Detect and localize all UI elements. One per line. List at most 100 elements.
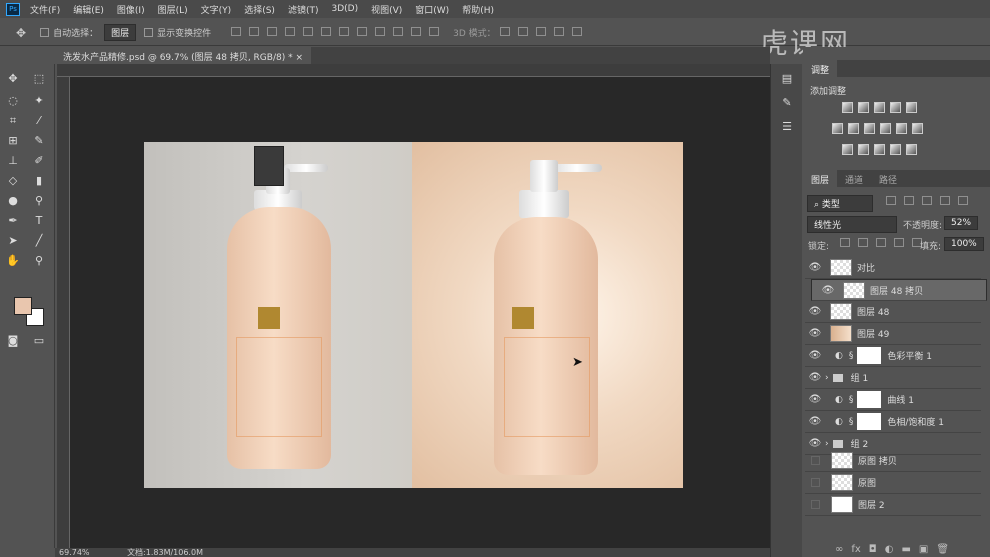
screen-mode-icon[interactable]: ▭ bbox=[32, 334, 46, 348]
menu-filter[interactable]: 滤镜(T) bbox=[288, 3, 319, 16]
visibility-eye-icon[interactable]: 👁 bbox=[818, 285, 838, 296]
document-tab[interactable]: 洗发水产品精修.psd @ 69.7% (图层 48 拷贝, RGB/8) * … bbox=[55, 47, 312, 64]
move-tool-icon[interactable]: ✥ bbox=[16, 26, 26, 40]
pen-tool-icon[interactable]: ✒ bbox=[6, 214, 20, 228]
marquee-tool-icon[interactable]: ⬚ bbox=[32, 72, 46, 86]
layer-row[interactable]: 👁 图层 48 bbox=[805, 301, 981, 323]
floating-mini-panel[interactable] bbox=[254, 146, 284, 186]
fill-field[interactable]: 100% bbox=[944, 237, 984, 251]
product-photo-retouched bbox=[412, 142, 683, 488]
blur-tool-icon[interactable]: ● bbox=[6, 194, 20, 208]
foreground-color-swatch[interactable] bbox=[14, 297, 32, 315]
visibility-toggle-off[interactable] bbox=[811, 456, 820, 465]
visibility-toggle-off[interactable] bbox=[811, 500, 820, 509]
layer-row[interactable]: 👁 图层 48 拷贝 bbox=[811, 279, 987, 301]
close-icon[interactable]: × bbox=[295, 53, 303, 63]
visibility-eye-icon[interactable]: 👁 bbox=[805, 328, 825, 339]
tab-channels[interactable]: 通道 bbox=[837, 170, 871, 187]
menu-3d[interactable]: 3D(D) bbox=[331, 4, 358, 14]
new-adjustment-icon[interactable]: ◐ bbox=[885, 544, 894, 555]
lock-icons[interactable] bbox=[836, 238, 926, 247]
menu-image[interactable]: 图像(I) bbox=[117, 3, 145, 16]
opacity-label: 不透明度: bbox=[903, 221, 943, 231]
layer-row[interactable]: 原图 拷贝 bbox=[805, 450, 981, 472]
stamp-tool-icon[interactable]: ⊥ bbox=[6, 154, 20, 168]
healing-brush-icon[interactable]: ⊞ bbox=[6, 134, 20, 148]
adjustment-icons-row3[interactable] bbox=[842, 144, 917, 155]
adjustment-icons-row2[interactable] bbox=[832, 123, 923, 134]
move-tool-icon[interactable]: ✥ bbox=[6, 72, 20, 86]
line-tool-icon[interactable]: ╱ bbox=[32, 234, 46, 248]
adjustment-icon: ◐ bbox=[835, 416, 843, 427]
quick-mask-icon[interactable]: ◙ bbox=[6, 334, 20, 348]
hand-tool-icon[interactable]: ✋ bbox=[6, 254, 20, 268]
add-mask-icon[interactable]: ◘ bbox=[869, 544, 877, 555]
3d-mode-icons[interactable] bbox=[496, 26, 586, 39]
new-layer-icon[interactable]: ▣ bbox=[919, 544, 928, 555]
expand-chevron-icon[interactable]: › bbox=[825, 373, 829, 383]
menu-layer[interactable]: 图层(L) bbox=[158, 3, 188, 16]
menu-bar: Ps 文件(F) 编辑(E) 图像(I) 图层(L) 文字(Y) 选择(S) 滤… bbox=[0, 0, 990, 18]
align-icons[interactable] bbox=[227, 26, 443, 39]
tab-layers[interactable]: 图层 bbox=[803, 170, 838, 187]
layer-row[interactable]: 👁 对比 bbox=[805, 257, 981, 279]
history-panel-icon[interactable]: ▤ bbox=[780, 72, 794, 86]
link-layers-icon[interactable]: ∞ bbox=[835, 544, 843, 555]
zoom-tool-icon[interactable]: ⚲ bbox=[32, 254, 46, 268]
eyedropper-icon[interactable]: ⁄ bbox=[32, 114, 46, 128]
expand-chevron-icon[interactable]: › bbox=[825, 439, 829, 449]
gradient-tool-icon[interactable]: ▮ bbox=[32, 174, 46, 188]
layer-row[interactable]: 👁 ◐ § 曲线 1 bbox=[805, 389, 981, 411]
brush-tool-icon[interactable]: ✎ bbox=[32, 134, 46, 148]
menu-edit[interactable]: 编辑(E) bbox=[73, 3, 104, 16]
menu-window[interactable]: 窗口(W) bbox=[415, 3, 449, 16]
eraser-tool-icon[interactable]: ◇ bbox=[6, 174, 20, 188]
tab-paths[interactable]: 路径 bbox=[871, 170, 905, 187]
new-group-icon[interactable]: ▬ bbox=[901, 544, 910, 555]
layer-mask-thumbnail bbox=[857, 391, 882, 408]
adjustment-icons-row1[interactable] bbox=[842, 102, 917, 113]
visibility-eye-icon[interactable]: 👁 bbox=[805, 306, 825, 317]
menu-file[interactable]: 文件(F) bbox=[30, 3, 60, 16]
layer-name: 原图 拷贝 bbox=[858, 457, 897, 467]
show-transform-checkbox[interactable] bbox=[144, 28, 154, 37]
link-icon: § bbox=[848, 394, 854, 405]
opacity-field[interactable]: 52% bbox=[944, 216, 979, 230]
visibility-eye-icon[interactable]: 👁 bbox=[805, 350, 825, 361]
visibility-eye-icon[interactable]: 👁 bbox=[805, 372, 825, 383]
crop-tool-icon[interactable]: ⌗ bbox=[6, 114, 20, 128]
dodge-tool-icon[interactable]: ⚲ bbox=[32, 194, 46, 208]
history-brush-icon[interactable]: ✐ bbox=[32, 154, 46, 168]
fx-icon[interactable]: fx bbox=[851, 544, 860, 555]
menu-help[interactable]: 帮助(H) bbox=[462, 3, 494, 16]
layer-row[interactable]: 原图 bbox=[805, 472, 981, 494]
brush-panel-icon[interactable]: ✎ bbox=[780, 96, 794, 110]
path-select-icon[interactable]: ➤ bbox=[6, 234, 20, 248]
menu-view[interactable]: 视图(V) bbox=[371, 3, 402, 16]
visibility-eye-icon[interactable]: 👁 bbox=[805, 262, 825, 273]
layer-filter-icons[interactable] bbox=[882, 196, 972, 205]
auto-select-checkbox[interactable] bbox=[40, 28, 50, 37]
menu-select[interactable]: 选择(S) bbox=[244, 3, 275, 16]
layer-row[interactable]: 👁 图层 49 bbox=[805, 323, 981, 345]
visibility-eye-icon[interactable]: 👁 bbox=[805, 438, 825, 449]
properties-panel-icon[interactable]: ☰ bbox=[780, 120, 794, 134]
trash-icon[interactable]: 🗑 bbox=[936, 544, 949, 555]
layer-row[interactable]: 👁 ◐ § 色相/饱和度 1 bbox=[805, 411, 981, 433]
menu-type[interactable]: 文字(Y) bbox=[201, 3, 232, 16]
auto-select-dropdown[interactable]: 图层 bbox=[104, 24, 137, 41]
layer-name: 图层 49 bbox=[857, 330, 890, 340]
tab-adjustments[interactable]: 调整 bbox=[803, 60, 838, 77]
blend-mode-dropdown[interactable]: 线性光 bbox=[807, 216, 897, 233]
layer-group-row[interactable]: 👁 › 组 1 bbox=[805, 367, 981, 389]
zoom-level[interactable]: 69.74% bbox=[59, 548, 90, 557]
visibility-eye-icon[interactable]: 👁 bbox=[805, 416, 825, 427]
lasso-tool-icon[interactable]: ◌ bbox=[6, 94, 20, 108]
visibility-eye-icon[interactable]: 👁 bbox=[805, 394, 825, 405]
layer-row[interactable]: 图层 2 bbox=[805, 494, 981, 516]
magic-wand-icon[interactable]: ✦ bbox=[32, 94, 46, 108]
type-tool-icon[interactable]: T bbox=[32, 214, 46, 228]
layer-row[interactable]: 👁 ◐ § 色彩平衡 1 bbox=[805, 345, 981, 367]
visibility-toggle-off[interactable] bbox=[811, 478, 820, 487]
layer-filter-dropdown[interactable]: ⌕ 类型 bbox=[807, 195, 873, 212]
